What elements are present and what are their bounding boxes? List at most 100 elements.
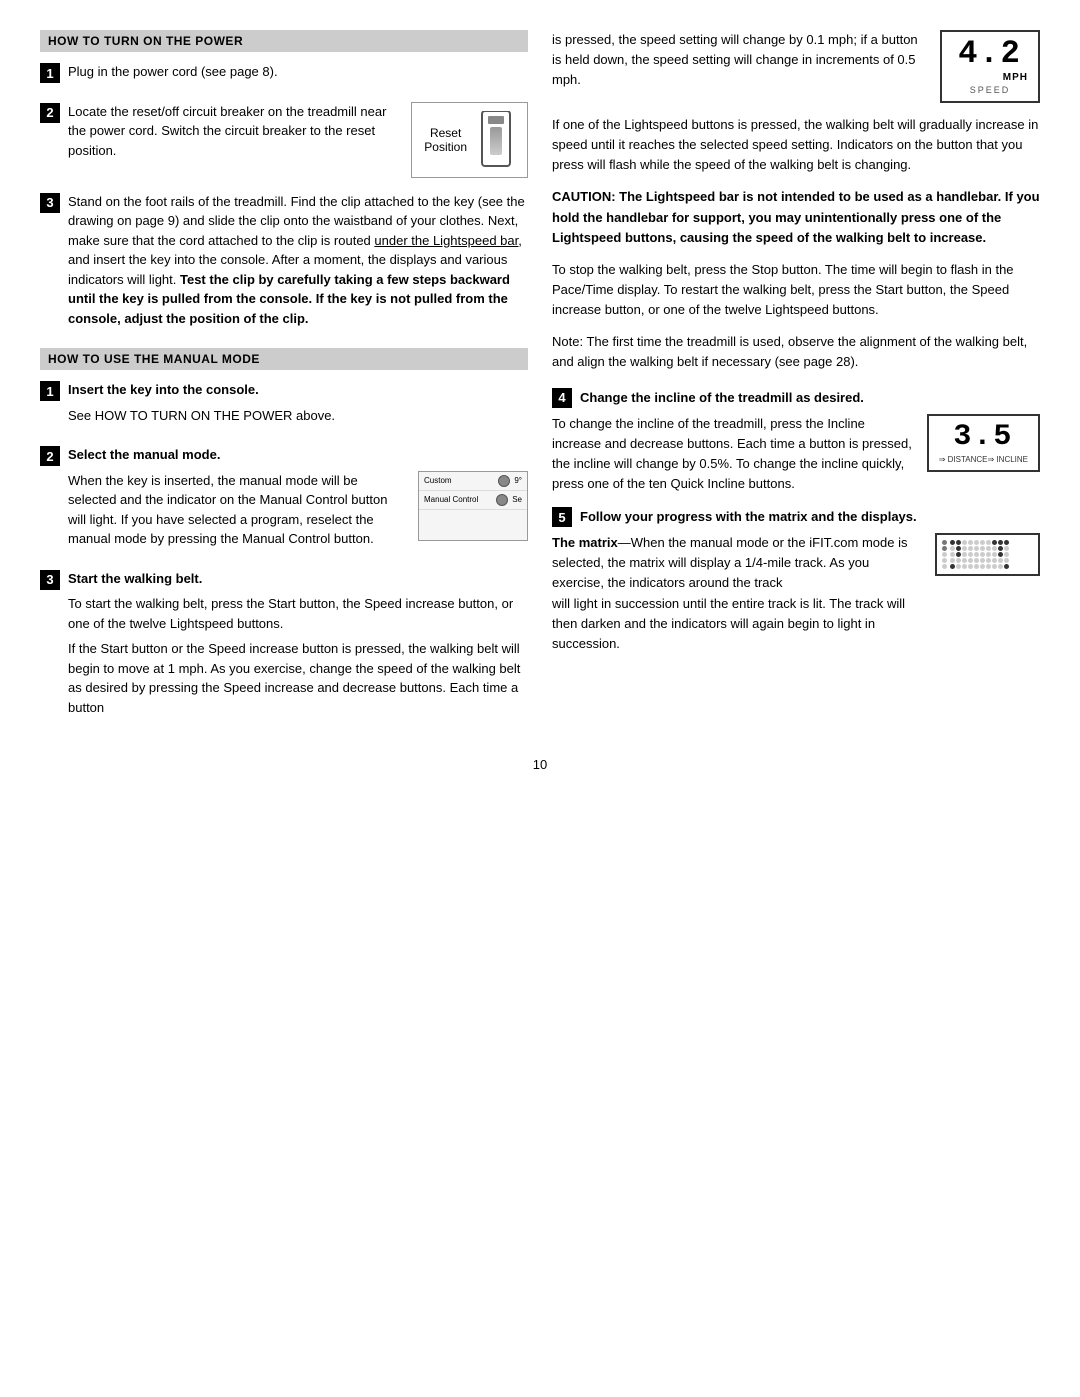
step-number-1-manual: 1 bbox=[40, 381, 60, 401]
step-number-2: 2 bbox=[40, 103, 60, 123]
md bbox=[986, 564, 991, 569]
md bbox=[980, 558, 985, 563]
step-number-3-power: 3 bbox=[40, 193, 60, 213]
reset-label: Reset Position bbox=[424, 126, 467, 154]
md bbox=[986, 540, 991, 545]
step-1-manual-text: See HOW TO TURN ON THE POWER above. bbox=[68, 406, 528, 426]
step-3-manual-para1: To start the walking belt, press the Sta… bbox=[68, 594, 528, 633]
page-number: 10 bbox=[40, 757, 1040, 772]
md bbox=[950, 564, 955, 569]
md bbox=[956, 546, 961, 551]
md bbox=[980, 564, 985, 569]
step-4-title: Change the incline of the treadmill as d… bbox=[580, 390, 864, 405]
step-3-power: 3 Stand on the foot rails of the treadmi… bbox=[40, 192, 528, 335]
md bbox=[968, 540, 973, 545]
md bbox=[1004, 564, 1009, 569]
speed-unit: MPH bbox=[952, 72, 1028, 83]
custom-dot bbox=[498, 475, 510, 487]
matrix-row-2 bbox=[942, 546, 1033, 551]
md bbox=[992, 558, 997, 563]
step-5-para2: will light in succession until the entir… bbox=[552, 594, 921, 654]
incline-label-text: ⇒ INCLINE bbox=[988, 455, 1029, 464]
incline-labels: ⇒ DISTANCE ⇒ INCLINE bbox=[939, 455, 1028, 464]
manual-control-btn-label: Manual Control bbox=[424, 495, 492, 504]
md bbox=[998, 558, 1003, 563]
speed-number: 4.2 bbox=[952, 38, 1028, 70]
step-2-manual-para: When the key is inserted, the manual mod… bbox=[68, 471, 406, 549]
md bbox=[950, 558, 955, 563]
step-3-manual-title: Start the walking belt. bbox=[68, 569, 528, 589]
md bbox=[974, 540, 979, 545]
manual-mode-illustration: Custom 9° Manual Control Se bbox=[418, 471, 528, 541]
section1-header: HOW TO TURN ON THE POWER bbox=[40, 30, 528, 52]
md bbox=[998, 540, 1003, 545]
md bbox=[974, 546, 979, 551]
md bbox=[974, 558, 979, 563]
md bbox=[1004, 552, 1009, 557]
md bbox=[998, 552, 1003, 557]
step-number-3-manual: 3 bbox=[40, 570, 60, 590]
step-2-para: Locate the reset/off circuit breaker on … bbox=[68, 102, 399, 161]
matrix-display bbox=[935, 533, 1040, 576]
md bbox=[980, 552, 985, 557]
md bbox=[956, 564, 961, 569]
step-1-content: Plug in the power cord (see page 8). bbox=[68, 62, 528, 88]
md bbox=[992, 540, 997, 545]
matrix-row-1 bbox=[942, 540, 1033, 545]
step-2-text: Locate the reset/off circuit breaker on … bbox=[68, 102, 399, 167]
matrix-side-dot bbox=[942, 558, 947, 563]
md bbox=[962, 552, 967, 557]
reset-icon bbox=[477, 111, 515, 169]
incline-number: 3.5 bbox=[939, 422, 1028, 452]
md bbox=[986, 546, 991, 551]
matrix-row-4 bbox=[942, 558, 1033, 563]
left-column: HOW TO TURN ON THE POWER 1 Plug in the p… bbox=[40, 30, 528, 737]
matrix-row-3 bbox=[942, 552, 1033, 557]
right-column: is pressed, the speed setting will chang… bbox=[552, 30, 1040, 737]
md bbox=[968, 546, 973, 551]
step-3-manual-content: Start the walking belt. To start the wal… bbox=[68, 569, 528, 724]
manual-dot bbox=[496, 494, 508, 506]
step-4-body: To change the incline of the treadmill, … bbox=[552, 414, 1040, 495]
reset-position-box: Reset Position bbox=[411, 102, 528, 178]
step-2-manual-text: When the key is inserted, the manual mod… bbox=[68, 471, 406, 555]
md bbox=[968, 558, 973, 563]
matrix-side-dot bbox=[942, 540, 947, 545]
md bbox=[974, 564, 979, 569]
caution-text: CAUTION: The Lightspeed bar is not inten… bbox=[552, 187, 1040, 247]
step-1-manual-content: Insert the key into the console. See HOW… bbox=[68, 380, 528, 431]
speed-label: SPEED bbox=[952, 85, 1028, 95]
md bbox=[974, 552, 979, 557]
step-number-1: 1 bbox=[40, 63, 60, 83]
md bbox=[998, 546, 1003, 551]
md bbox=[950, 552, 955, 557]
md bbox=[1004, 540, 1009, 545]
step-5-body: The matrix—When the manual mode or the i… bbox=[552, 533, 1040, 654]
md bbox=[968, 564, 973, 569]
step-3-manual-para2: If the Start button or the Speed increas… bbox=[68, 639, 528, 717]
step-1-power: 1 Plug in the power cord (see page 8). bbox=[40, 62, 528, 88]
step-5-header: 5 Follow your progress with the matrix a… bbox=[552, 506, 1040, 527]
right-para2: If one of the Lightspeed buttons is pres… bbox=[552, 115, 1040, 175]
underline-text: under the Lightspeed bar, bbox=[374, 233, 521, 248]
step-3-content: Stand on the foot rails of the treadmill… bbox=[68, 192, 528, 335]
md bbox=[956, 540, 961, 545]
md bbox=[986, 558, 991, 563]
step-2-manual-title: Select the manual mode. bbox=[68, 445, 528, 465]
step-4-header: 4 Change the incline of the treadmill as… bbox=[552, 387, 1040, 408]
step-number-5: 5 bbox=[552, 507, 572, 527]
md bbox=[968, 552, 973, 557]
md bbox=[962, 546, 967, 551]
matrix-row-5 bbox=[942, 564, 1033, 569]
right-para3: To stop the walking belt, press the Stop… bbox=[552, 260, 1040, 320]
bold-text: Test the clip by carefully taking a few … bbox=[68, 272, 510, 326]
step-5-para1: The matrix—When the manual mode or the i… bbox=[552, 533, 921, 593]
md bbox=[992, 564, 997, 569]
md bbox=[998, 564, 1003, 569]
right-para1: is pressed, the speed setting will chang… bbox=[552, 30, 926, 90]
md bbox=[962, 558, 967, 563]
section2-header: HOW TO USE THE MANUAL MODE bbox=[40, 348, 528, 370]
md bbox=[962, 564, 967, 569]
step-3-manual: 3 Start the walking belt. To start the w… bbox=[40, 569, 528, 724]
step-1-manual-title: Insert the key into the console. bbox=[68, 380, 528, 400]
